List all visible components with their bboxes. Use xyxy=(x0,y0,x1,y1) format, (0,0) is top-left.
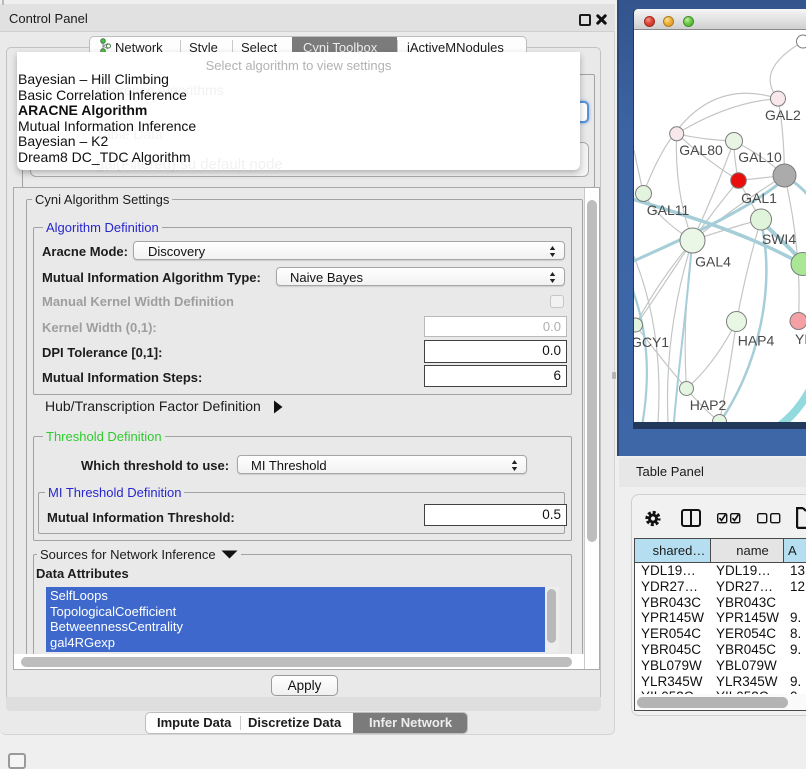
svg-text:GAL2: GAL2 xyxy=(765,107,801,123)
svg-text:SWI4: SWI4 xyxy=(762,231,796,247)
svg-text:HAP4: HAP4 xyxy=(738,333,775,349)
svg-text:GAL1: GAL1 xyxy=(741,190,777,206)
svg-text:GAL80: GAL80 xyxy=(679,142,723,158)
svg-text:GCY1: GCY1 xyxy=(634,334,669,350)
svg-text:GAL4: GAL4 xyxy=(695,254,731,270)
svg-text:GAL10: GAL10 xyxy=(738,149,782,165)
svg-text:GAL11: GAL11 xyxy=(647,202,690,218)
svg-text:YM: YM xyxy=(795,331,806,347)
svg-text:HAP2: HAP2 xyxy=(690,397,727,413)
